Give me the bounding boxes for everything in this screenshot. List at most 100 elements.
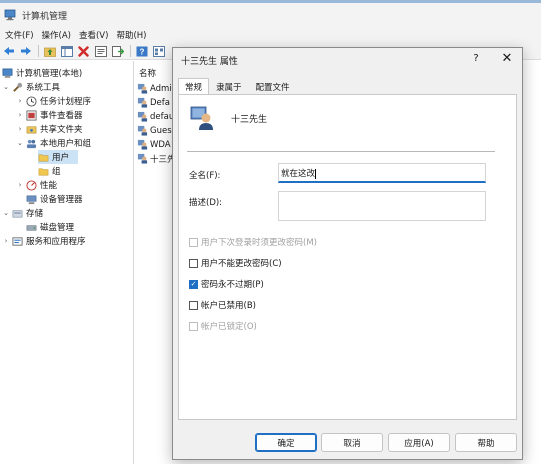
- checkbox-box: [189, 258, 198, 268]
- checkmark-icon: ✓: [189, 279, 198, 289]
- tree-item-root[interactable]: 计算机管理(本地): [2, 66, 82, 80]
- tree-item-services-apps[interactable]: › 服务和应用程序: [2, 234, 86, 248]
- help-button[interactable]: 帮助: [455, 433, 517, 452]
- tree-item-label: 用户: [52, 153, 70, 163]
- forward-arrow-icon[interactable]: [19, 45, 32, 58]
- tree-item-label: 系统工具: [26, 83, 61, 93]
- list-item[interactable]: Admi: [137, 82, 172, 95]
- tools-icon: [13, 82, 23, 92]
- tree-item-performance[interactable]: › 性能: [16, 178, 57, 192]
- checkbox-label: 帐户已禁用(B): [201, 301, 256, 311]
- users-group-icon: [26, 139, 37, 148]
- folder-up-icon[interactable]: [43, 45, 56, 58]
- chevron-right-icon[interactable]: ›: [16, 181, 24, 189]
- user-icon: [137, 97, 148, 108]
- back-arrow-icon[interactable]: [2, 45, 15, 58]
- list-item[interactable]: WDA: [137, 138, 171, 151]
- tree-item-label: 磁盘管理: [40, 223, 75, 233]
- menu-help[interactable]: 帮助(H): [113, 29, 149, 41]
- tree-item-label: 性能: [40, 181, 58, 191]
- chevron-down-icon[interactable]: ⌄: [2, 209, 10, 217]
- fullname-label: 全名(F):: [189, 171, 221, 181]
- disk-icon: [26, 224, 37, 231]
- cancel-button[interactable]: 取消: [321, 433, 383, 452]
- tree-item-label: 组: [52, 167, 61, 177]
- delete-icon[interactable]: [77, 45, 90, 58]
- chevron-right-icon[interactable]: ›: [2, 237, 10, 245]
- list-item[interactable]: 十三先: [137, 152, 176, 165]
- general-tab-panel: 十三先生 全名(F): 就在这改 描述(D): 用户下次登录时须更改密码(M) …: [178, 94, 517, 420]
- folder-icon: [38, 153, 49, 161]
- navigation-tree: 计算机管理(本地) ⌄ 系统工具 › 任务计划程序 › 事件查看器 › 共享文件…: [0, 61, 134, 464]
- description-field[interactable]: [278, 191, 486, 221]
- dialog-tabs: 常规 隶属于 配置文件: [178, 78, 297, 95]
- account-disabled-checkbox[interactable]: 帐户已禁用(B): [189, 299, 256, 311]
- computer-management-icon: [4, 9, 16, 21]
- event-viewer-icon: [26, 109, 37, 121]
- tree-item-task-scheduler[interactable]: › 任务计划程序: [16, 94, 91, 108]
- chevron-right-icon[interactable]: ›: [16, 125, 24, 133]
- view-icon[interactable]: [152, 45, 165, 58]
- account-locked-checkbox[interactable]: 帐户已锁定(O): [189, 320, 257, 332]
- window-title: 计算机管理: [22, 11, 68, 22]
- tab-general[interactable]: 常规: [178, 78, 210, 95]
- list-item[interactable]: defau: [137, 110, 174, 123]
- list-item[interactable]: Gues: [137, 124, 172, 137]
- menu-action[interactable]: 操作(A): [39, 29, 74, 41]
- apply-button[interactable]: 应用(A): [388, 433, 450, 452]
- export-icon[interactable]: [111, 45, 124, 58]
- tree-item-event-viewer[interactable]: › 事件查看器: [16, 108, 83, 122]
- tree-item-groups[interactable]: 组: [38, 164, 61, 178]
- chevron-down-icon[interactable]: ⌄: [2, 83, 10, 91]
- checkbox-box: [189, 237, 198, 247]
- help-icon[interactable]: ?: [469, 53, 483, 64]
- user-icon: [137, 83, 148, 94]
- help-icon[interactable]: ?: [135, 45, 148, 58]
- user-icon: [190, 106, 213, 130]
- list-item[interactable]: Defa: [137, 96, 170, 109]
- tree-item-users[interactable]: 用户: [38, 150, 78, 164]
- must-change-password-checkbox[interactable]: 用户下次登录时须更改密码(M): [189, 236, 317, 248]
- dialog-title: 十三先生 属性: [181, 56, 238, 67]
- checkbox-box: [189, 321, 198, 331]
- device-manager-icon: [26, 195, 37, 204]
- chevron-right-icon[interactable]: ›: [16, 111, 24, 119]
- title-bar: 计算机管理: [0, 3, 541, 27]
- column-header-name[interactable]: 名称: [139, 67, 156, 79]
- chevron-right-icon[interactable]: ›: [16, 97, 24, 105]
- close-icon[interactable]: ✕: [500, 51, 514, 66]
- tree-item-shared-folders[interactable]: › 共享文件夹: [16, 122, 83, 136]
- tree-item-label: 事件查看器: [40, 111, 83, 121]
- tree-item-device-manager[interactable]: 设备管理器: [26, 192, 83, 206]
- user-icon: [137, 139, 148, 150]
- toolbar-separator: [38, 45, 39, 57]
- tab-member-of[interactable]: 隶属于: [209, 78, 249, 95]
- tree-item-local-users-groups[interactable]: ⌄ 本地用户和组: [16, 136, 91, 150]
- tree-item-storage[interactable]: ⌄ 存储: [2, 206, 43, 220]
- user-icon: [137, 125, 148, 136]
- checkbox-box: [189, 300, 198, 310]
- clock-icon: [26, 95, 37, 107]
- text-cursor: [315, 168, 317, 179]
- menu-file[interactable]: 文件(F): [2, 29, 37, 41]
- properties-icon[interactable]: [94, 45, 107, 58]
- tree-item-label: 存储: [26, 209, 44, 219]
- performance-icon: [26, 179, 37, 191]
- menu-view[interactable]: 查看(V): [76, 29, 111, 41]
- checkbox-label: 密码永不过期(P): [201, 280, 264, 290]
- description-label: 描述(D):: [189, 198, 223, 208]
- user-properties-dialog: 十三先生 属性 ? ✕ 常规 隶属于 配置文件 十三先生 全名(F): 就在这改…: [172, 47, 523, 460]
- show-hide-tree-icon[interactable]: [60, 45, 73, 58]
- tree-item-disk-management[interactable]: 磁盘管理: [26, 220, 74, 234]
- tab-profile[interactable]: 配置文件: [249, 78, 297, 95]
- password-never-expires-checkbox[interactable]: ✓ 密码永不过期(P): [189, 278, 264, 290]
- ok-button[interactable]: 确定: [255, 433, 317, 452]
- tree-item-system-tools[interactable]: ⌄ 系统工具: [2, 80, 60, 94]
- cannot-change-password-checkbox[interactable]: 用户不能更改密码(C): [189, 257, 282, 269]
- chevron-down-icon[interactable]: ⌄: [16, 139, 24, 147]
- tree-item-label: 共享文件夹: [40, 125, 83, 135]
- fullname-field[interactable]: 就在这改: [278, 163, 486, 183]
- user-name: 十三先生: [231, 114, 268, 125]
- tree-item-label: 计算机管理(本地): [16, 69, 83, 79]
- checkbox-label: 帐户已锁定(O): [201, 322, 257, 332]
